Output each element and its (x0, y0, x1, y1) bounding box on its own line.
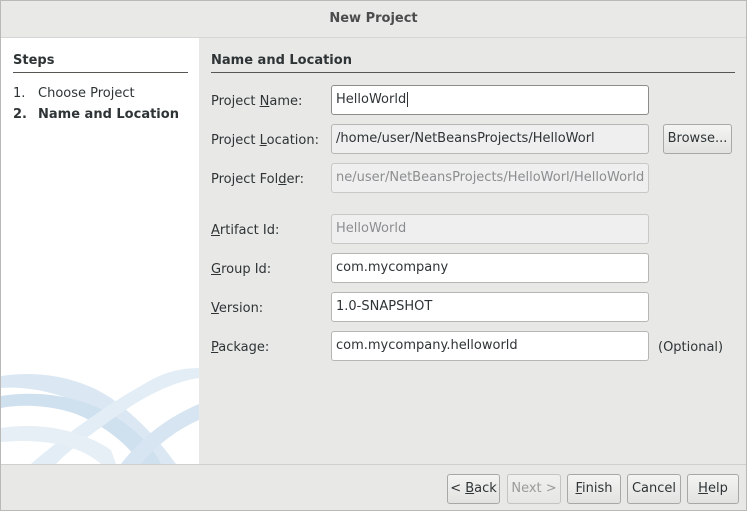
package-optional-note: (Optional) (658, 340, 724, 355)
step-name-and-location: 2. Name and Location (13, 107, 179, 122)
button-bar: < Back Next > Finish Cancel Help (0, 464, 747, 511)
project-name-label: Project Name: (211, 94, 302, 109)
main-content: Name and Location Project Name: HelloWor… (199, 38, 747, 464)
mnemonic: A (211, 223, 220, 238)
next-button[interactable]: Next > (507, 474, 561, 504)
section-heading: Name and Location (211, 53, 352, 68)
package-label: Package: (211, 340, 269, 355)
mnemonic: V (211, 301, 219, 316)
label-text: Project Fol (211, 172, 279, 187)
button-text: elp (707, 481, 728, 496)
step-number: 2. (13, 107, 27, 122)
step-label: Name and Location (38, 107, 179, 122)
step-number: 1. (13, 86, 26, 101)
input-value: HelloWorld (336, 92, 407, 107)
artifact-id-label: Artifact Id: (211, 223, 279, 238)
project-name-input[interactable]: HelloWorld (331, 85, 649, 115)
label-text: Project (211, 94, 260, 109)
group-id-label: Group Id: (211, 262, 271, 277)
mnemonic: B (465, 481, 475, 496)
artifact-id-field: HelloWorld (331, 214, 649, 244)
title-bar: New Project (0, 0, 747, 38)
finish-button[interactable]: Finish (567, 474, 621, 504)
steps-panel: Steps 1. Choose Project 2. Name and Locati… (1, 38, 199, 464)
label-text: er: (286, 172, 304, 187)
label-text: rtifact Id: (219, 223, 280, 238)
cancel-button[interactable]: Cancel (627, 474, 681, 504)
browse-button[interactable]: Browse... (663, 124, 732, 154)
steps-divider (13, 72, 188, 73)
step-label: Choose Project (38, 86, 135, 101)
project-folder-label: Project Folder: (211, 172, 304, 187)
button-text: ack (474, 481, 497, 496)
project-location-label: Project Location: (211, 133, 319, 148)
text-caret (407, 92, 409, 107)
step-choose-project: 1. Choose Project (13, 86, 135, 101)
project-folder-field: ne/user/NetBeansProjects/HelloWorl/Hello… (331, 163, 649, 193)
window-title: New Project (329, 11, 418, 26)
section-divider (211, 72, 735, 73)
help-button[interactable]: Help (687, 474, 739, 504)
label-text: roup Id: (221, 262, 272, 277)
netbeans-swoosh-decoration (1, 368, 199, 464)
mnemonic: G (211, 262, 222, 277)
mnemonic: L (259, 133, 267, 148)
label-text: Project (211, 133, 260, 148)
package-input[interactable]: com.mycompany.helloworld (331, 331, 649, 361)
label-text: ersion: (218, 301, 264, 316)
steps-heading: Steps (13, 53, 55, 68)
back-button[interactable]: < Back (447, 474, 500, 504)
button-text: inish (582, 481, 613, 496)
group-id-input[interactable]: com.mycompany (331, 253, 649, 283)
label-text: ackage: (218, 340, 270, 355)
label-text: ame: (269, 94, 303, 109)
label-text: ocation: (266, 133, 319, 148)
mnemonic: N (259, 94, 270, 109)
project-location-field[interactable]: /home/user/NetBeansProjects/HelloWorl (331, 124, 649, 154)
version-label: Version: (211, 301, 263, 316)
version-input[interactable]: 1.0-SNAPSHOT (331, 292, 649, 322)
button-text: < (450, 481, 466, 496)
mnemonic: H (698, 481, 708, 496)
